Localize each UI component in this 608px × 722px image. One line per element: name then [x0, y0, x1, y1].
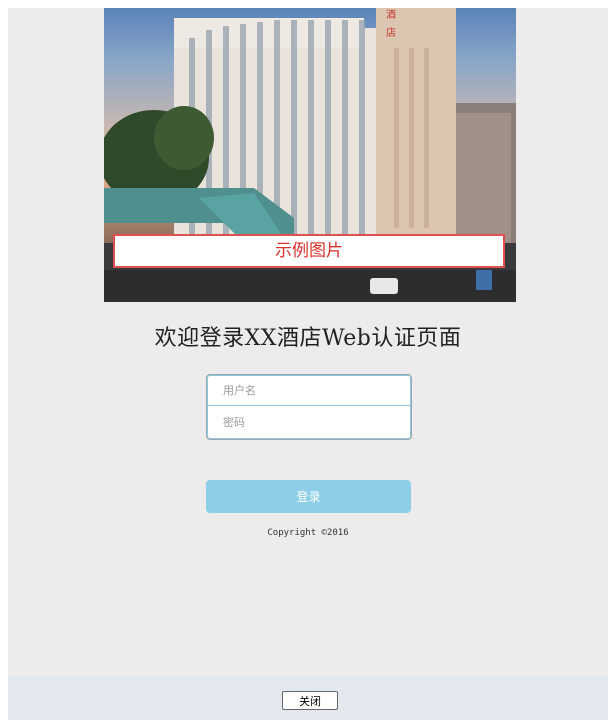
page: 酒 店 示例图片 欢迎登录XX酒店Web认证页面 登录 Copyright ©2… — [8, 8, 608, 720]
page-title: 欢迎登录XX酒店Web认证页面 — [154, 326, 462, 351]
copyright-text: Copyright ©2016 — [267, 528, 349, 538]
footer-bar: 关闭 — [8, 676, 608, 720]
hotel-photo: 酒 店 示例图片 — [104, 8, 516, 302]
password-input[interactable] — [207, 407, 411, 438]
login-button[interactable]: 登录 — [206, 480, 411, 513]
login-form — [206, 374, 412, 440]
svg-text:店: 店 — [386, 26, 396, 39]
close-button[interactable]: 关闭 — [282, 691, 338, 710]
username-input[interactable] — [207, 375, 411, 406]
svg-text:酒: 酒 — [386, 9, 396, 21]
sample-image-caption: 示例图片 — [113, 234, 505, 268]
